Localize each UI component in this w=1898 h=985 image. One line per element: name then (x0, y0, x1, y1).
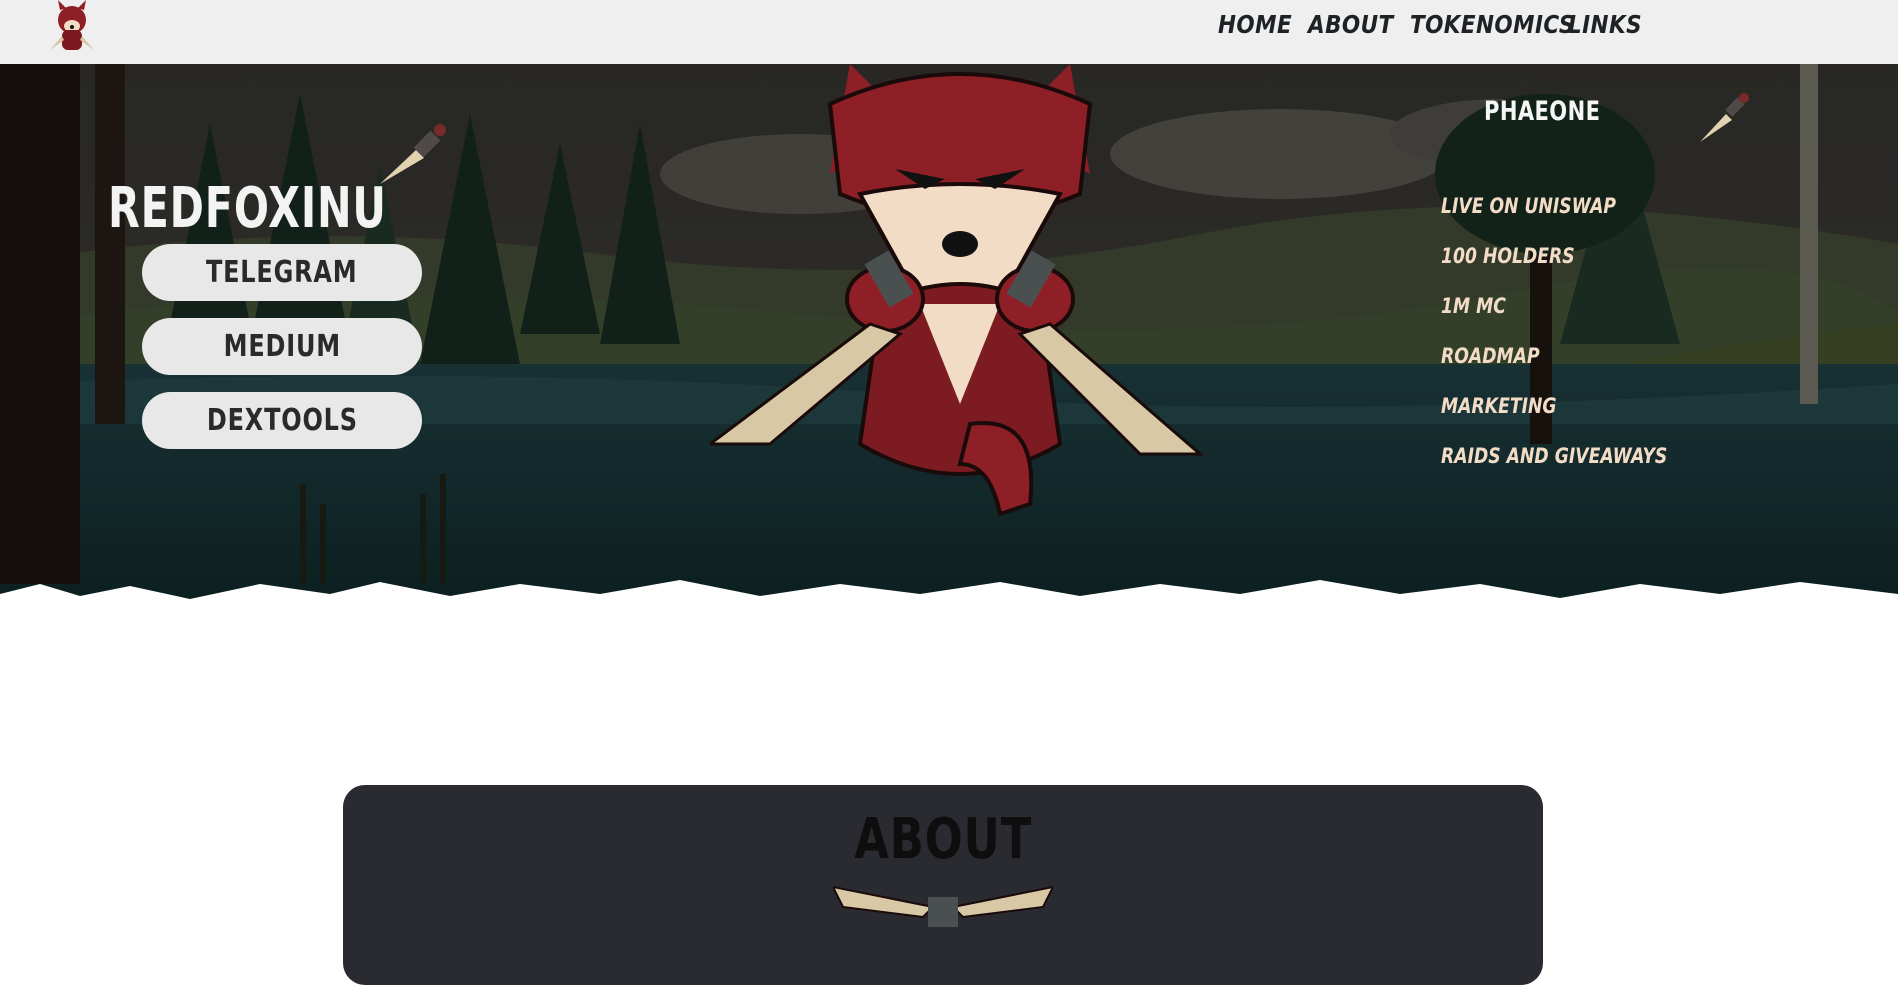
roadmap-item: ROADMAP (1441, 344, 1540, 368)
about-title-text: ABOUT (854, 807, 1032, 872)
roadmap-item: MARKETING (1441, 394, 1557, 418)
telegram-button-label: TELEGRAM (206, 255, 358, 290)
nav-links[interactable]: LINKS (1568, 10, 1642, 39)
fox-logo-icon[interactable] (42, 0, 102, 56)
hero-section: REDFOXINU TELEGRAM MEDIUM DEXTOOLS PHAEO… (0, 64, 1898, 634)
about-card: ABOUT (343, 785, 1543, 985)
top-navigation-bar: HOME ABOUT TOKENOMICS LINKS (0, 0, 1898, 64)
telegram-button[interactable]: TELEGRAM (142, 244, 422, 301)
dagger-icon (380, 124, 446, 184)
roadmap-item: 1M MC (1441, 294, 1506, 318)
roadmap-item: LIVE ON UNISWAP (1441, 194, 1617, 218)
fox-mascot-image (710, 64, 1205, 517)
dextools-button[interactable]: DEXTOOLS (142, 392, 422, 449)
nav-home[interactable]: HOME (1218, 10, 1292, 39)
dextools-button-label: DEXTOOLS (206, 403, 358, 438)
medium-button-label: MEDIUM (223, 329, 341, 364)
brand-title: REDFOXINU (108, 176, 387, 241)
medium-button[interactable]: MEDIUM (142, 318, 422, 375)
roadmap-item: RAIDS AND GIVEAWAYS (1441, 444, 1668, 468)
nav-about[interactable]: ABOUT (1308, 10, 1394, 39)
crossed-daggers-icon (833, 885, 1053, 927)
about-title: ABOUT (343, 807, 1543, 872)
dagger-icon (1700, 93, 1749, 142)
nav-tokenomics[interactable]: TOKENOMICS (1410, 10, 1575, 39)
roadmap-phase-title: PHAEONE (1484, 96, 1601, 127)
roadmap-item: 100 HOLDERS (1441, 244, 1575, 268)
